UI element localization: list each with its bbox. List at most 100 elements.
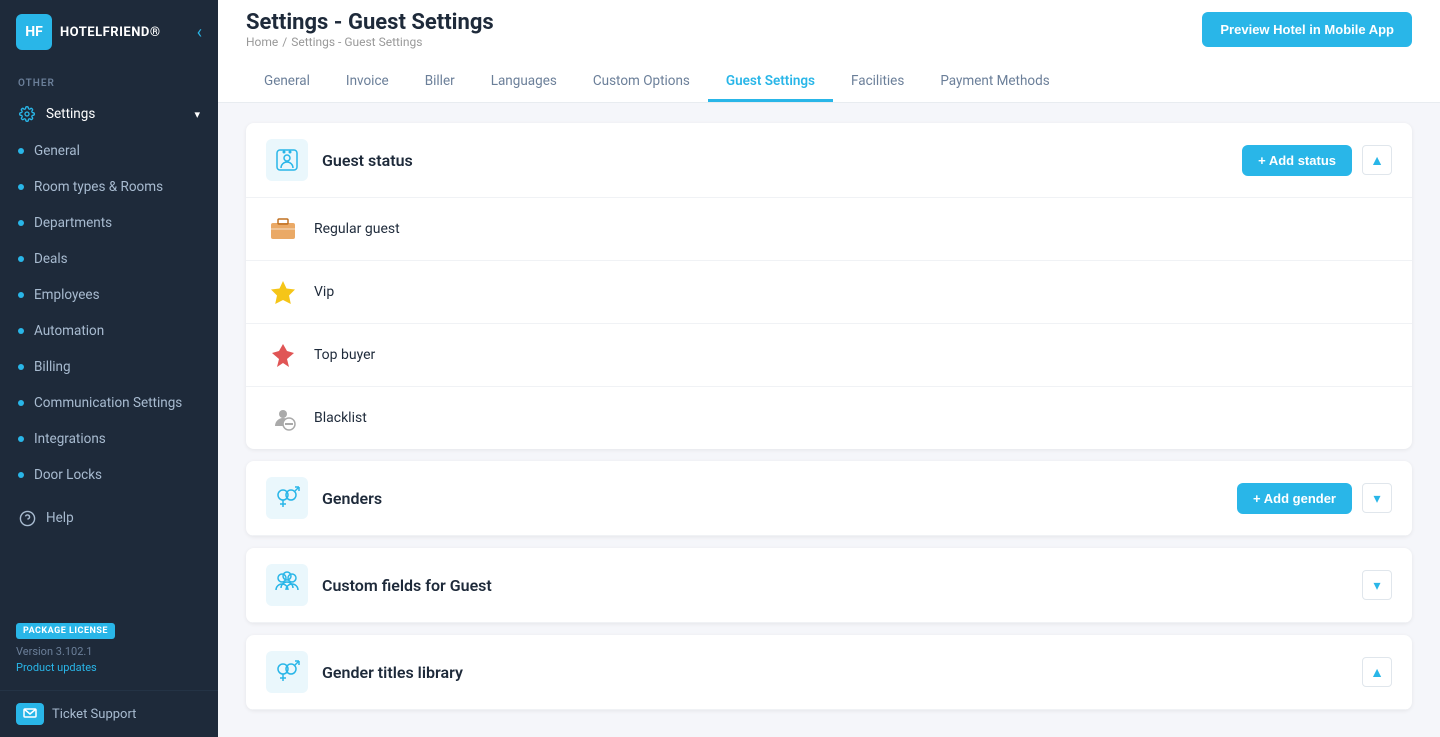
page-title: Settings - Guest Settings xyxy=(246,10,494,35)
dot-icon xyxy=(18,292,24,298)
sidebar-item-label: Billing xyxy=(34,359,71,375)
collapse-gender-titles-button[interactable]: ▲ xyxy=(1362,657,1392,687)
tab-biller[interactable]: Biller xyxy=(407,63,473,102)
breadcrumb-home[interactable]: Home xyxy=(246,35,278,49)
page-header: Settings - Guest Settings Home / Setting… xyxy=(218,0,1440,103)
sidebar-item-label: Door Locks xyxy=(34,467,102,483)
sidebar-item-label: General xyxy=(34,143,80,159)
sidebar-item-label: Deals xyxy=(34,251,68,267)
sidebar-item-label: Employees xyxy=(34,287,100,303)
dot-icon xyxy=(18,364,24,370)
gender-titles-section: Gender titles library ▲ xyxy=(246,635,1412,710)
sidebar-item-general[interactable]: General xyxy=(0,133,218,169)
guest-status-section: Guest status + Add status ▲ Regular gues… xyxy=(246,123,1412,449)
sidebar-item-label: Settings xyxy=(46,106,95,122)
briefcase-icon xyxy=(266,212,300,246)
dot-icon xyxy=(18,220,24,226)
sidebar-item-automation[interactable]: Automation xyxy=(0,313,218,349)
sidebar-back-button[interactable]: ‹ xyxy=(197,22,202,43)
add-status-button[interactable]: + Add status xyxy=(1242,145,1352,176)
custom-fields-header: Custom fields for Guest ▾ xyxy=(246,548,1412,623)
sidebar-item-deals[interactable]: Deals xyxy=(0,241,218,277)
tabs: General Invoice Biller Languages Custom … xyxy=(246,63,1412,102)
help-icon xyxy=(18,509,36,527)
regular-guest-label: Regular guest xyxy=(314,221,400,237)
breadcrumb-separator: / xyxy=(282,35,287,49)
top-buyer-icon xyxy=(266,338,300,372)
tab-payment-methods[interactable]: Payment Methods xyxy=(922,63,1067,102)
sidebar: HF HOTELFRIEND® ‹ OTHER Settings ▾ Gener… xyxy=(0,0,218,737)
sidebar-section-other: OTHER xyxy=(0,64,218,95)
guest-status-icon xyxy=(266,139,308,181)
sidebar-item-help[interactable]: Help xyxy=(0,499,218,537)
logo-icon: HF xyxy=(16,14,52,50)
sidebar-item-settings[interactable]: Settings ▾ xyxy=(0,95,218,133)
collapse-guest-status-button[interactable]: ▲ xyxy=(1362,145,1392,175)
sidebar-logo: HF HOTELFRIEND® ‹ xyxy=(0,0,218,64)
blacklist-icon xyxy=(266,401,300,435)
dot-icon xyxy=(18,256,24,262)
gender-titles-header: Gender titles library ▲ xyxy=(246,635,1412,710)
tab-custom-options[interactable]: Custom Options xyxy=(575,63,708,102)
ticket-icon xyxy=(16,703,44,725)
sidebar-item-departments[interactable]: Departments xyxy=(0,205,218,241)
sidebar-item-room-types[interactable]: Room types & Rooms xyxy=(0,169,218,205)
tab-facilities[interactable]: Facilities xyxy=(833,63,922,102)
gender-titles-icon xyxy=(266,651,308,693)
top-buyer-label: Top buyer xyxy=(314,347,375,363)
guest-status-header: Guest status + Add status ▲ xyxy=(246,123,1412,198)
product-updates-link[interactable]: Product updates xyxy=(16,661,202,674)
breadcrumb-current: Settings - Guest Settings xyxy=(291,35,422,49)
status-item-regular-guest[interactable]: Regular guest xyxy=(246,198,1412,261)
status-item-vip[interactable]: Vip xyxy=(246,261,1412,324)
custom-fields-section: Custom fields for Guest ▾ xyxy=(246,548,1412,623)
sidebar-item-label: Help xyxy=(46,510,74,526)
sidebar-item-employees[interactable]: Employees xyxy=(0,277,218,313)
sidebar-item-label: Communication Settings xyxy=(34,395,182,411)
dot-icon xyxy=(18,328,24,334)
collapse-custom-fields-button[interactable]: ▾ xyxy=(1362,570,1392,600)
preview-hotel-button[interactable]: Preview Hotel in Mobile App xyxy=(1202,12,1412,47)
sidebar-item-label: Automation xyxy=(34,323,104,339)
genders-icon xyxy=(266,477,308,519)
tab-guest-settings[interactable]: Guest Settings xyxy=(708,63,833,102)
sidebar-item-door-locks[interactable]: Door Locks xyxy=(0,457,218,493)
sidebar-item-label: Integrations xyxy=(34,431,106,447)
dot-icon xyxy=(18,148,24,154)
genders-title: Genders xyxy=(322,489,1237,508)
status-item-blacklist[interactable]: Blacklist xyxy=(246,387,1412,449)
sidebar-footer: PACKAGE LICENSE Version 3.102.1 Product … xyxy=(0,602,218,690)
ticket-support-label: Ticket Support xyxy=(52,707,136,722)
star-icon xyxy=(266,275,300,309)
chevron-down-icon: ▾ xyxy=(194,108,200,121)
guest-status-title: Guest status xyxy=(322,151,1242,170)
gender-titles-title: Gender titles library xyxy=(322,663,1362,682)
main-content: Settings - Guest Settings Home / Setting… xyxy=(218,0,1440,737)
tab-invoice[interactable]: Invoice xyxy=(328,63,407,102)
sidebar-item-integrations[interactable]: Integrations xyxy=(0,421,218,457)
content-area: Guest status + Add status ▲ Regular gues… xyxy=(218,103,1440,737)
tab-languages[interactable]: Languages xyxy=(473,63,575,102)
sidebar-item-label: Room types & Rooms xyxy=(34,179,163,195)
version-text: Version 3.102.1 xyxy=(16,645,202,658)
custom-fields-title: Custom fields for Guest xyxy=(322,576,1362,595)
dot-icon xyxy=(18,472,24,478)
ticket-support-item[interactable]: Ticket Support xyxy=(0,690,218,737)
vip-label: Vip xyxy=(314,284,334,300)
status-item-top-buyer[interactable]: Top buyer xyxy=(246,324,1412,387)
package-badge: PACKAGE LICENSE xyxy=(16,623,115,639)
add-gender-button[interactable]: + Add gender xyxy=(1237,483,1352,514)
sidebar-item-label: Departments xyxy=(34,215,112,231)
custom-fields-icon xyxy=(266,564,308,606)
collapse-genders-button[interactable]: ▾ xyxy=(1362,483,1392,513)
tab-general[interactable]: General xyxy=(246,63,328,102)
genders-section: Genders + Add gender ▾ xyxy=(246,461,1412,536)
dot-icon xyxy=(18,400,24,406)
brand-name: HOTELFRIEND® xyxy=(60,25,161,40)
breadcrumb: Home / Settings - Guest Settings xyxy=(246,35,494,49)
sidebar-item-communication-settings[interactable]: Communication Settings xyxy=(0,385,218,421)
dot-icon xyxy=(18,436,24,442)
gear-icon xyxy=(18,105,36,123)
dot-icon xyxy=(18,184,24,190)
sidebar-item-billing[interactable]: Billing xyxy=(0,349,218,385)
